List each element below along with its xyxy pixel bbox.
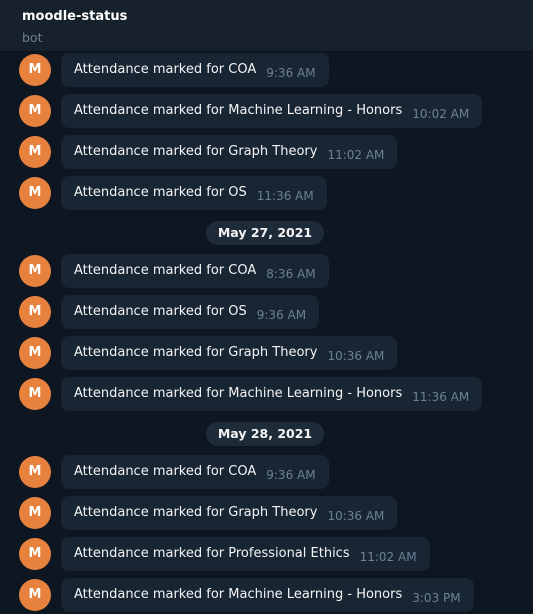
message-bubble[interactable]: Attendance marked for COA 9:36 AM bbox=[61, 53, 329, 87]
chat-subtitle: bot bbox=[22, 30, 43, 45]
message-text: Attendance marked for Machine Learning -… bbox=[74, 587, 403, 602]
chat-title: moodle-status bbox=[22, 9, 128, 24]
message-row: M Attendance marked for Machine Learning… bbox=[0, 94, 533, 128]
message-text: Attendance marked for OS bbox=[74, 304, 247, 319]
bot-avatar[interactable]: M bbox=[19, 136, 51, 168]
message-row: M Attendance marked for Professional Eth… bbox=[0, 537, 533, 571]
message-row: M Attendance marked for Machine Learning… bbox=[0, 377, 533, 411]
message-bubble[interactable]: Attendance marked for Graph Theory 10:36 … bbox=[61, 496, 398, 530]
message-text: Attendance marked for Graph Theory bbox=[74, 505, 318, 520]
bot-avatar[interactable]: M bbox=[19, 255, 51, 287]
message-bubble[interactable]: Attendance marked for Professional Ethic… bbox=[61, 537, 430, 571]
message-text: Attendance marked for Professional Ethic… bbox=[74, 546, 350, 561]
message-text: Attendance marked for Graph Theory bbox=[74, 144, 318, 159]
bot-avatar[interactable]: M bbox=[19, 497, 51, 529]
message-time: 11:02 AM bbox=[359, 550, 417, 564]
message-time: 11:36 AM bbox=[412, 390, 470, 404]
message-text: Attendance marked for Machine Learning -… bbox=[74, 103, 403, 118]
message-bubble[interactable]: Attendance marked for Machine Learning -… bbox=[61, 94, 483, 128]
bot-avatar[interactable]: M bbox=[19, 95, 51, 127]
message-time: 9:36 AM bbox=[266, 468, 316, 482]
bot-avatar[interactable]: M bbox=[19, 378, 51, 410]
message-text: Attendance marked for COA bbox=[74, 263, 257, 278]
message-bubble[interactable]: Attendance marked for COA 9:36 AM bbox=[61, 455, 329, 489]
date-separator: May 28, 2021 bbox=[0, 422, 533, 446]
date-pill[interactable]: May 27, 2021 bbox=[205, 221, 325, 245]
message-text: Attendance marked for OS bbox=[74, 185, 247, 200]
bot-avatar[interactable]: M bbox=[19, 54, 51, 86]
message-bubble[interactable]: Attendance marked for COA 8:36 AM bbox=[61, 254, 329, 288]
message-text: Attendance marked for COA bbox=[74, 62, 257, 77]
message-time: 8:36 AM bbox=[266, 267, 316, 281]
chat-header[interactable]: moodle-status bot bbox=[0, 0, 533, 52]
bot-avatar[interactable]: M bbox=[19, 579, 51, 611]
message-bubble[interactable]: Attendance marked for OS 11:36 AM bbox=[61, 176, 327, 210]
message-time: 10:02 AM bbox=[412, 107, 470, 121]
message-time: 3:03 PM bbox=[412, 591, 461, 605]
message-row: M Attendance marked for Machine Learning… bbox=[0, 578, 533, 612]
message-row: M Attendance marked for Graph Theory 10:3… bbox=[0, 496, 533, 530]
message-time: 11:02 AM bbox=[327, 148, 385, 162]
message-time: 10:36 AM bbox=[327, 509, 385, 523]
message-bubble[interactable]: Attendance marked for Machine Learning -… bbox=[61, 377, 483, 411]
message-text: Attendance marked for COA bbox=[74, 464, 257, 479]
message-row: M Attendance marked for COA 8:36 AM bbox=[0, 254, 533, 288]
message-row: M Attendance marked for Graph Theory 10:3… bbox=[0, 336, 533, 370]
message-time: 9:36 AM bbox=[256, 308, 307, 322]
bot-avatar[interactable]: M bbox=[19, 538, 51, 570]
date-pill[interactable]: May 28, 2021 bbox=[205, 422, 325, 446]
message-time: 9:36 AM bbox=[266, 66, 316, 80]
message-text: Attendance marked for Machine Learning -… bbox=[74, 386, 403, 401]
message-bubble[interactable]: Attendance marked for Machine Learning -… bbox=[61, 578, 474, 612]
message-feed[interactable]: M Attendance marked for COA 9:36 AM M Att… bbox=[0, 52, 533, 614]
message-row: M Attendance marked for COA 9:36 AM bbox=[0, 455, 533, 489]
message-row: M Attendance marked for OS 9:36 AM bbox=[0, 295, 533, 329]
bot-avatar[interactable]: M bbox=[19, 296, 51, 328]
message-time: 10:36 AM bbox=[327, 349, 385, 363]
message-row: M Attendance marked for Graph Theory 11:0… bbox=[0, 135, 533, 169]
bot-avatar[interactable]: M bbox=[19, 456, 51, 488]
bot-avatar[interactable]: M bbox=[19, 177, 51, 209]
message-bubble[interactable]: Attendance marked for Graph Theory 10:36 … bbox=[61, 336, 398, 370]
message-bubble[interactable]: Attendance marked for OS 9:36 AM bbox=[61, 295, 320, 329]
message-row: M Attendance marked for COA 9:36 AM bbox=[0, 53, 533, 87]
message-bubble[interactable]: Attendance marked for Graph Theory 11:02 … bbox=[61, 135, 398, 169]
date-separator: May 27, 2021 bbox=[0, 221, 533, 245]
bot-avatar[interactable]: M bbox=[19, 337, 51, 369]
message-text: Attendance marked for Graph Theory bbox=[74, 345, 318, 360]
message-row: M Attendance marked for OS 11:36 AM bbox=[0, 176, 533, 210]
message-time: 11:36 AM bbox=[256, 189, 314, 203]
